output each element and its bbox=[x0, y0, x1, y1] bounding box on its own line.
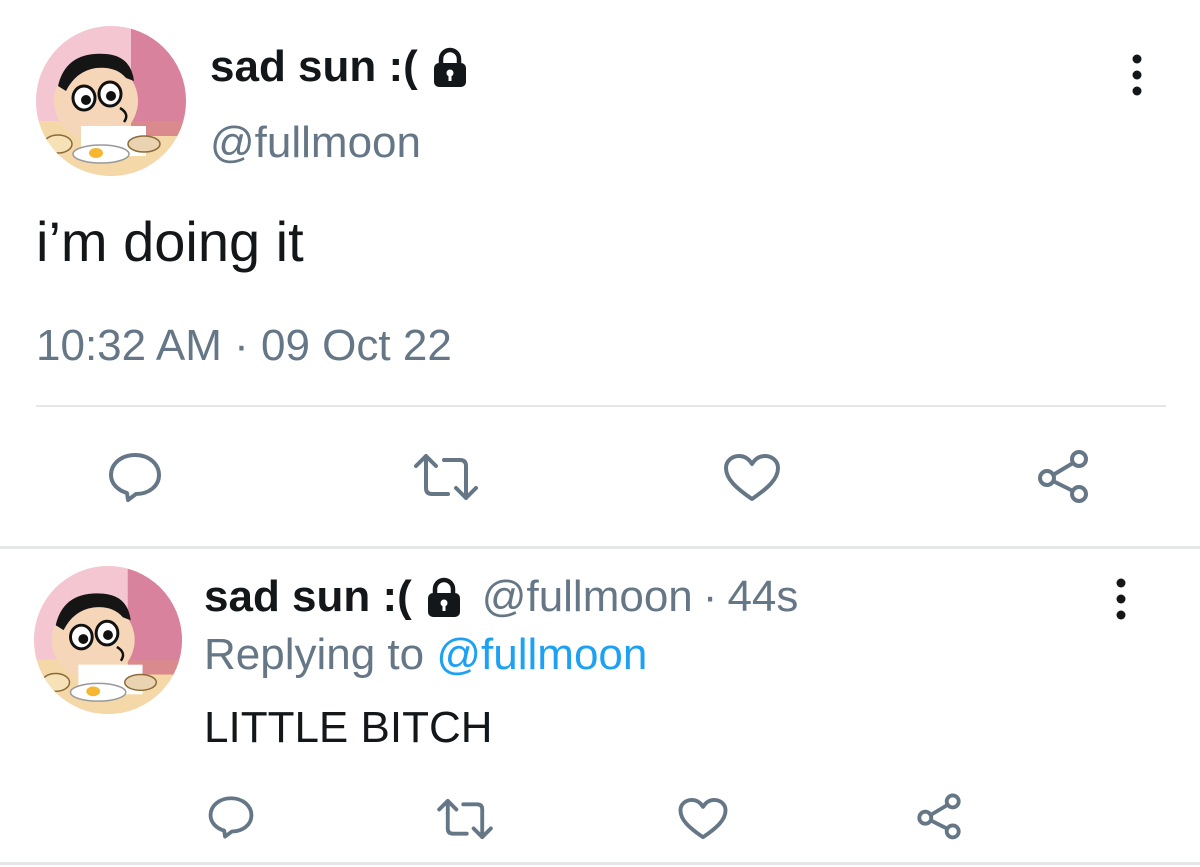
lock-icon bbox=[428, 45, 472, 89]
reply-avatar[interactable] bbox=[34, 566, 182, 714]
more-vertical-icon[interactable] bbox=[1106, 576, 1136, 622]
retweet-icon[interactable] bbox=[410, 452, 482, 502]
avatar[interactable] bbox=[36, 26, 186, 176]
reply-handle[interactable]: @fullmoon bbox=[482, 570, 693, 624]
avatar-image bbox=[34, 566, 182, 714]
like-icon[interactable] bbox=[722, 452, 782, 504]
reply-display-name[interactable]: sad sun :( bbox=[204, 570, 412, 624]
bottom-divider bbox=[0, 862, 1200, 865]
display-name[interactable]: sad sun :( bbox=[210, 40, 418, 94]
replying-to-handle[interactable]: @fullmoon bbox=[436, 630, 647, 679]
avatar-image bbox=[36, 26, 186, 176]
meta-separator: · bbox=[702, 572, 718, 621]
more-vertical-icon[interactable] bbox=[1122, 52, 1152, 98]
lock-icon bbox=[422, 575, 466, 619]
divider bbox=[36, 405, 1166, 407]
replying-to-label: Replying to bbox=[204, 630, 425, 679]
tweet-body: i’m doing it bbox=[36, 210, 304, 273]
timestamp[interactable]: 10:32 AM · 09 Oct 22 bbox=[36, 318, 452, 374]
like-icon[interactable] bbox=[677, 796, 729, 842]
handle[interactable]: @fullmoon bbox=[210, 116, 421, 170]
share-icon[interactable] bbox=[1034, 448, 1092, 504]
reply-body: LITTLE BITCH bbox=[204, 703, 493, 752]
reply-age[interactable]: 44s bbox=[727, 570, 798, 624]
reply-icon[interactable] bbox=[206, 794, 256, 840]
share-icon[interactable] bbox=[914, 792, 964, 840]
retweet-icon[interactable] bbox=[434, 797, 496, 841]
reply-icon[interactable] bbox=[106, 450, 164, 504]
tweet-separator bbox=[0, 546, 1200, 549]
